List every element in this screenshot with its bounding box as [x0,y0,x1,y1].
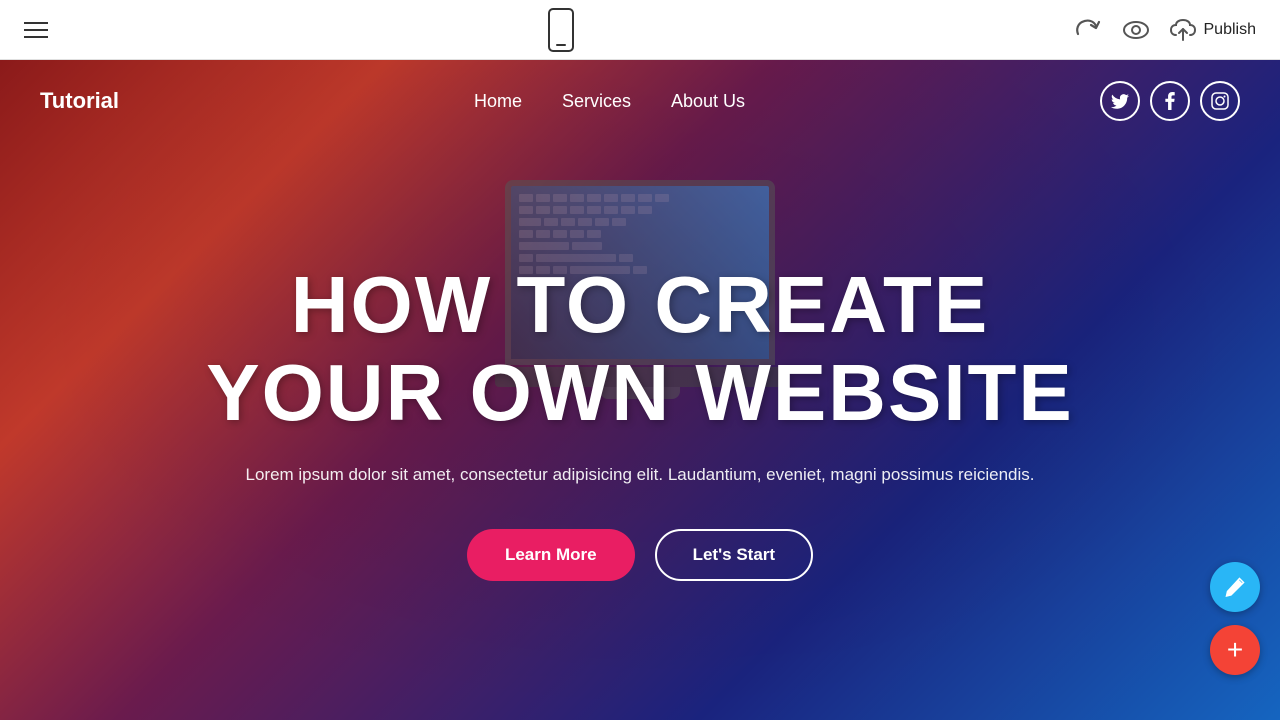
eye-icon[interactable] [1122,19,1150,41]
fab-pencil-button[interactable] [1210,562,1260,612]
hero-title-line2: YOUR OWN WEBSITE [206,348,1074,437]
toolbar-center [547,8,575,52]
nav-link-services[interactable]: Services [562,91,631,112]
facebook-social[interactable] [1150,81,1190,121]
toolbar-right: Publish [1074,16,1256,44]
hamburger-icon[interactable] [24,22,48,38]
hero-buttons: Learn More Let's Start [467,529,813,581]
hero-title: HOW TO CREATE YOUR OWN WEBSITE [206,261,1074,437]
instagram-social[interactable] [1200,81,1240,121]
nav-links: Home Services About Us [474,91,745,112]
publish-button[interactable]: Publish [1170,19,1256,41]
canvas: Tutorial Home Services About Us [0,60,1280,720]
nav-link-about[interactable]: About Us [671,91,745,112]
toolbar: Publish [0,0,1280,60]
hero-title-line1: HOW TO CREATE [291,260,990,349]
nav-link-home[interactable]: Home [474,91,522,112]
fab-add-icon: + [1227,636,1243,664]
toolbar-left [24,22,48,38]
mobile-icon[interactable] [547,8,575,52]
twitter-social[interactable] [1100,81,1140,121]
hero-content: HOW TO CREATE YOUR OWN WEBSITE Lorem ips… [0,122,1280,720]
cloud-upload-icon [1170,19,1196,41]
hero-section: Tutorial Home Services About Us [0,60,1280,720]
fab-add-button[interactable]: + [1210,625,1260,675]
undo-icon[interactable] [1074,16,1102,44]
nav-socials [1100,81,1240,121]
site-logo: Tutorial [40,88,119,114]
publish-label: Publish [1204,21,1256,39]
lets-start-button[interactable]: Let's Start [655,529,813,581]
learn-more-button[interactable]: Learn More [467,529,635,581]
hero-description: Lorem ipsum dolor sit amet, consectetur … [246,461,1035,488]
